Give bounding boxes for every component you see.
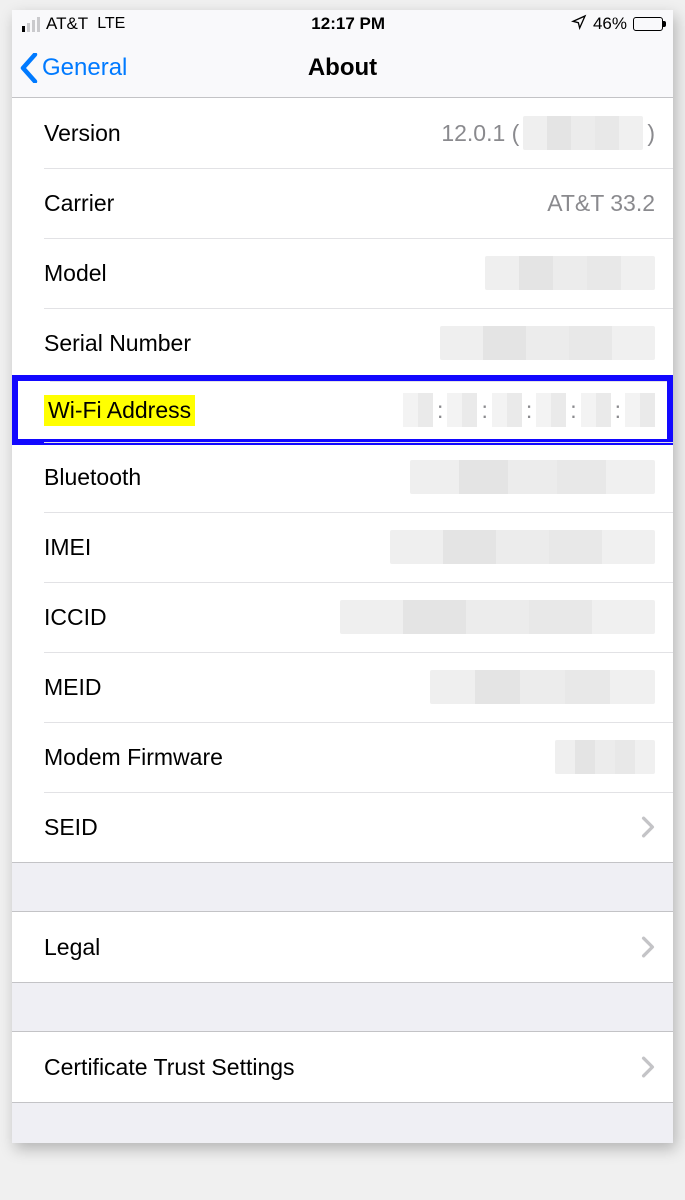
status-carrier: AT&T (46, 14, 88, 34)
row-legal[interactable]: Legal (12, 912, 673, 982)
mac-sep: : (526, 397, 532, 424)
wifi-label: Wi-Fi Address (44, 395, 195, 426)
mac-sep: : (481, 397, 487, 424)
status-left: AT&T LTE (22, 14, 125, 34)
chevron-right-icon (641, 936, 655, 958)
cert-group: Certificate Trust Settings (12, 1031, 673, 1103)
model-value-redacted (485, 256, 655, 290)
signal-bars-icon (22, 17, 40, 32)
back-button[interactable]: General (12, 53, 127, 83)
version-label: Version (44, 120, 121, 147)
row-wifi-address: Wi-Fi Address : : : : : (12, 375, 673, 445)
row-carrier: Carrier AT&T 33.2 (12, 168, 673, 238)
location-icon (571, 14, 587, 35)
legal-group: Legal (12, 911, 673, 983)
mac-sep: : (615, 397, 621, 424)
wifi-value-redacted: : : : : : (403, 393, 655, 427)
row-serial: Serial Number (12, 308, 673, 378)
meid-label: MEID (44, 674, 102, 701)
row-seid[interactable]: SEID (12, 792, 673, 862)
serial-label: Serial Number (44, 330, 191, 357)
row-bluetooth: Bluetooth (12, 442, 673, 512)
row-modem-firmware: Modem Firmware (12, 722, 673, 792)
modem-value-redacted (555, 740, 655, 774)
iccid-value-redacted (340, 600, 655, 634)
modem-label: Modem Firmware (44, 744, 223, 771)
mac-sep: : (570, 397, 576, 424)
version-build-redacted (523, 116, 643, 150)
status-time: 12:17 PM (311, 14, 385, 34)
row-certificate-trust[interactable]: Certificate Trust Settings (12, 1032, 673, 1102)
version-suffix: ) (647, 120, 655, 147)
cert-label: Certificate Trust Settings (44, 1054, 295, 1081)
status-bar: AT&T LTE 12:17 PM 46% (12, 10, 673, 38)
serial-value-redacted (440, 326, 655, 360)
version-value: 12.0.1 ( ) (441, 116, 655, 150)
about-list: Version 12.0.1 ( ) Carrier AT&T 33.2 Mod… (12, 98, 673, 863)
imei-value-redacted (390, 530, 655, 564)
chevron-right-icon (641, 816, 655, 838)
screen: AT&T LTE 12:17 PM 46% General About Vers… (12, 10, 673, 1143)
bluetooth-label: Bluetooth (44, 464, 141, 491)
carrier-value: AT&T 33.2 (547, 190, 655, 217)
status-right: 46% (571, 14, 663, 35)
iccid-label: ICCID (44, 604, 107, 631)
mac-sep: : (437, 397, 443, 424)
version-prefix: 12.0.1 ( (441, 120, 519, 147)
status-network: LTE (97, 15, 125, 33)
meid-value-redacted (430, 670, 655, 704)
legal-label: Legal (44, 934, 100, 961)
imei-label: IMEI (44, 534, 91, 561)
row-imei: IMEI (12, 512, 673, 582)
row-meid: MEID (12, 652, 673, 722)
seid-label: SEID (44, 814, 98, 841)
battery-percent: 46% (593, 14, 627, 34)
row-version: Version 12.0.1 ( ) (12, 98, 673, 168)
chevron-right-icon (641, 1056, 655, 1078)
bluetooth-value-redacted (410, 460, 655, 494)
back-label: General (42, 54, 127, 82)
bottom-spacer (12, 1103, 673, 1143)
carrier-label: Carrier (44, 190, 114, 217)
nav-bar: General About (12, 38, 673, 98)
row-model: Model (12, 238, 673, 308)
row-iccid: ICCID (12, 582, 673, 652)
model-label: Model (44, 260, 107, 287)
battery-icon (633, 17, 663, 31)
